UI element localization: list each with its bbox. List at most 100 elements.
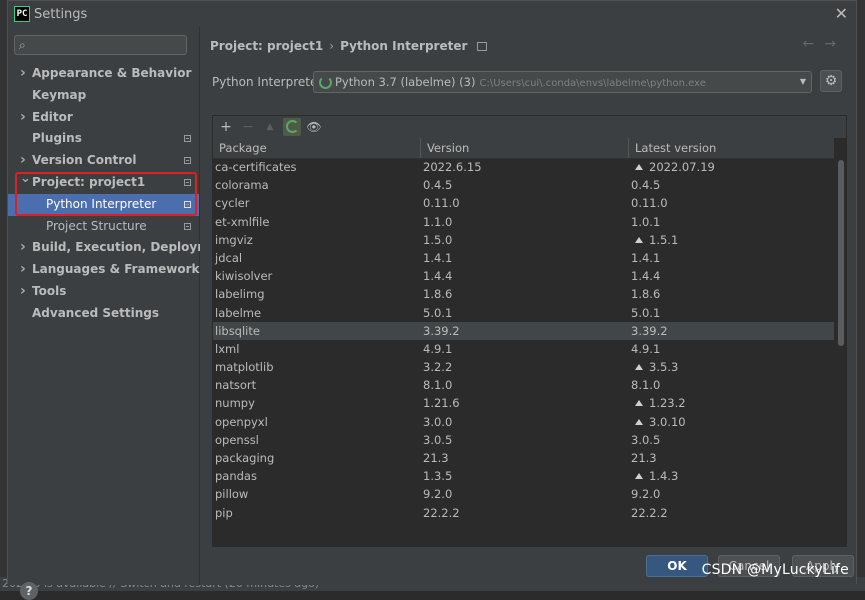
latest-version-text: 1.23.2 [649,396,686,411]
sidebar-item[interactable]: › Appearance & Behavior [8,63,199,85]
watermark: CSDN @MyLuckyLife [701,562,849,578]
table-body: ca-certificates 2022.6.15 2022.07.19 colora… [213,158,834,546]
table-row[interactable]: labelimg 1.8.6 1.8.6 [213,285,834,303]
table-row[interactable]: openssl 3.0.5 3.0.5 [213,431,834,449]
sidebar-item[interactable]: ⌄ Project: project1 [8,171,199,194]
table-row[interactable]: et-xmlfile 1.1.0 1.0.1 [213,213,834,231]
package-name: imgviz [215,232,253,247]
table-row[interactable]: pillow 9.2.0 9.2.0 [213,485,834,503]
latest-version-text: 5.0.1 [631,305,661,320]
package-version: 2022.6.15 [423,160,482,174]
packages-toolbar: + − ▲ 👁 [213,116,846,138]
settings-sidebar: ⌕ › Appearance & Behavior Keymap › Editor Plu… [8,27,232,600]
table-row[interactable]: lxml 4.9.1 4.9.1 [213,340,834,358]
package-latest-version: 3.0.10 [629,413,686,431]
sidebar-item-label: Version Control [32,153,137,168]
package-latest-version: 22.2.2 [629,504,668,522]
table-row[interactable]: pandas 1.3.5 1.4.3 [213,467,834,485]
column-header-package[interactable]: Package [213,138,421,158]
settings-dialog: PC Settings ✕ ⌕ › Appearance & Behavior Ke… [7,0,857,600]
settings-search-input[interactable]: ⌕ [14,35,187,55]
ok-button[interactable]: OK [646,555,708,577]
table-row[interactable]: cycler 0.11.0 0.11.0 [213,194,834,212]
sidebar-item-label: Advanced Settings [32,305,160,320]
editor-gutter-left [0,0,7,591]
package-latest-version: 0.11.0 [629,194,668,212]
sidebar-item[interactable]: Advanced Settings [8,303,199,325]
chevron-right-icon[interactable]: › [20,237,26,259]
package-version: 1.3.5 [423,469,453,484]
package-latest-version: 3.39.2 [629,322,668,340]
breadcrumb: Project: project1 › Python Interpreter [210,39,488,53]
upgrade-available-icon [635,400,643,407]
package-version: 21.3 [423,451,449,465]
table-row[interactable]: colorama 0.4.5 0.4.5 [213,176,834,194]
breadcrumb-project[interactable]: Project: project1 [210,39,323,53]
package-version: 4.9.1 [423,341,453,356]
sidebar-item[interactable]: Plugins [8,128,199,150]
scrollbar-thumb[interactable] [838,160,844,346]
settings-content: Project: project1 › Python Interpreter ←→ … [200,27,856,585]
sidebar-item[interactable]: › Tools [8,281,199,303]
chevron-down-icon[interactable]: ⌄ [20,168,31,190]
close-icon[interactable]: ✕ [835,4,848,23]
package-version: 1.4.1 [423,250,453,265]
chevron-right-icon[interactable]: › [20,259,26,281]
table-row[interactable]: pip 22.2.2 22.2.2 [213,504,834,522]
chevron-right-icon[interactable]: › [20,63,26,85]
sidebar-item[interactable]: Python Interpreter [8,193,199,216]
sidebar-item[interactable]: Keymap [8,85,199,107]
interpreter-select[interactable]: Python 3.7 (labelme) (3) C:\Users\cui\.co… [313,71,812,93]
chevron-right-icon[interactable]: › [20,281,26,303]
show-early-releases-eye-icon[interactable]: 👁 [305,118,323,136]
table-row[interactable]: labelme 5.0.1 5.0.1 [213,304,834,322]
upgrade-package-icon[interactable]: ▲ [261,118,279,136]
sidebar-item[interactable]: › Languages & Frameworks [8,259,207,281]
table-row[interactable]: jdcal 1.4.1 1.4.1 [213,249,834,267]
latest-version-text: 3.0.10 [649,414,686,429]
help-button[interactable]: ? [20,582,38,600]
latest-version-text: 3.5.3 [649,360,679,375]
package-version: 22.2.2 [423,505,460,520]
title-bar: PC Settings ✕ [8,1,856,27]
sidebar-item[interactable]: Project Structure [8,216,199,238]
package-version: 9.2.0 [423,487,453,502]
upgrade-available-icon [635,473,643,480]
chevron-down-icon: ▼ [799,77,806,86]
package-version: 5.0.1 [423,305,453,320]
sidebar-item[interactable]: › Build, Execution, Deployment [8,237,232,259]
package-latest-version: 2022.07.19 [629,158,715,176]
table-scrollbar[interactable] [836,158,846,546]
table-row[interactable]: matplotlib 3.2.2 3.5.3 [213,358,834,376]
column-header-latest[interactable]: Latest version [629,138,834,158]
package-name: pandas [215,469,257,484]
column-header-version[interactable]: Version [421,138,629,158]
forward-arrow-icon[interactable]: → [824,36,846,52]
table-row[interactable]: natsort 8.1.0 8.1.0 [213,376,834,394]
package-latest-version: 8.1.0 [629,376,660,394]
package-name: labelimg [215,287,265,302]
package-latest-version: 1.0.1 [629,213,660,231]
project-scope-icon [184,135,191,143]
table-row[interactable]: numpy 1.21.6 1.23.2 [213,394,834,412]
package-name: matplotlib [215,360,274,375]
table-row[interactable]: imgviz 1.5.0 1.5.1 [213,231,834,249]
sidebar-item-label: Python Interpreter [46,196,157,211]
table-row[interactable]: kiwisolver 1.4.4 1.4.4 [213,267,834,285]
back-arrow-icon[interactable]: ← [803,36,825,52]
table-row[interactable]: ca-certificates 2022.6.15 2022.07.19 [213,158,834,176]
table-row[interactable]: packaging 21.3 21.3 [213,449,834,467]
table-row[interactable]: openpyxl 3.0.0 3.0.10 [213,413,834,431]
interpreter-settings-gear-icon[interactable]: ⚙ [820,70,842,92]
sidebar-item[interactable]: › Version Control [8,150,199,172]
refresh-spinner-icon[interactable] [283,118,301,136]
add-package-icon[interactable]: + [217,118,235,136]
table-row[interactable]: libsqlite 3.39.2 3.39.2 [213,321,834,340]
sidebar-item[interactable]: › Editor [8,107,199,129]
remove-package-icon[interactable]: − [239,118,257,136]
latest-version-text: 1.8.6 [631,287,661,302]
chevron-right-icon[interactable]: › [20,107,26,129]
package-name: libsqlite [215,323,260,338]
sidebar-item-label: Keymap [32,87,87,102]
package-version: 1.8.6 [423,287,453,302]
